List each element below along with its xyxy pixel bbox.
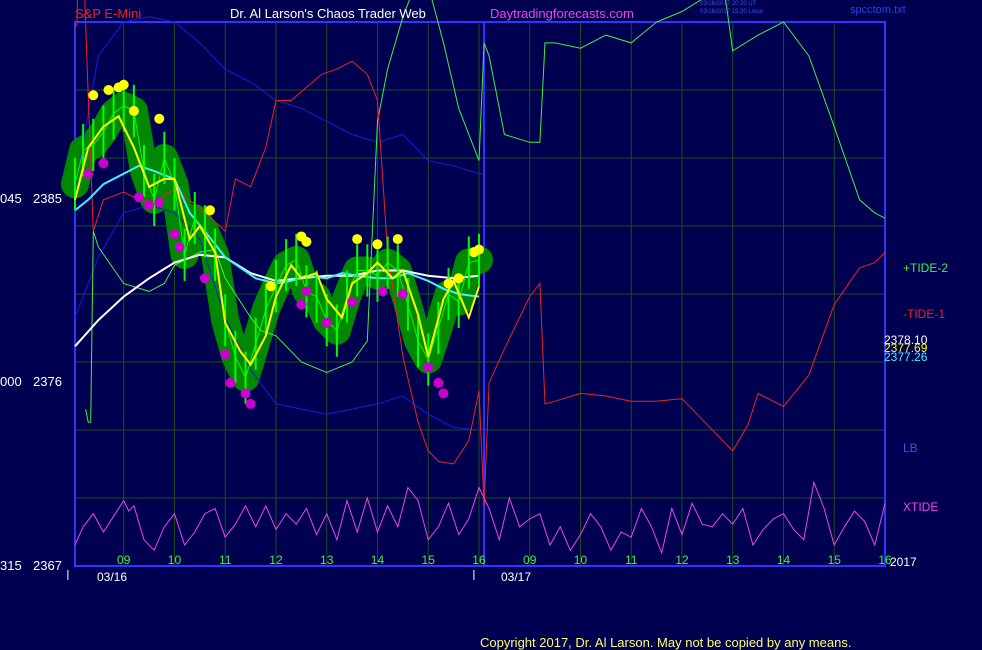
swing-low-dot: [220, 349, 231, 360]
swing-low-dot: [240, 388, 251, 399]
x-tick-label: 15: [828, 553, 842, 567]
swing-high-dot: [128, 105, 139, 116]
swing-low-dot: [169, 228, 180, 239]
series-xtide: [74, 480, 886, 555]
x-tick-label: 12: [269, 553, 283, 567]
swing-low-dot: [377, 286, 388, 297]
x-tick-label: 11: [219, 553, 232, 567]
swing-low-dot: [301, 286, 312, 297]
swing-low-dot: [225, 377, 236, 388]
swing-high-dot: [453, 273, 464, 284]
legend-tide-minus: -TIDE-1: [903, 307, 945, 321]
swing-low-dot: [154, 197, 165, 208]
swing-low-dot: [397, 289, 408, 299]
legend-lb: LB: [903, 441, 918, 455]
y-left-label-3: 315: [0, 558, 22, 573]
chart-plot: 09 10 11 12 13 14 15 16 09 10 11 12 13 14 15 16: [61, 0, 892, 580]
swing-high-dot: [118, 79, 129, 90]
site-url[interactable]: Daytradingforecasts.com: [490, 6, 634, 21]
swing-low-dot: [438, 388, 449, 399]
x-tick-label: 13: [726, 553, 740, 567]
x-tick-label: 09: [117, 553, 131, 567]
x-tick-label: 13: [320, 553, 334, 567]
swing-high-dot: [443, 278, 454, 289]
data-file-name: spcctom.txt: [850, 4, 906, 16]
x-tick-label: 14: [371, 553, 385, 567]
swing-high-dot: [372, 239, 383, 250]
swing-low-dot: [174, 241, 185, 252]
swing-high-dot: [154, 113, 165, 124]
swing-low-dot: [98, 158, 109, 169]
swing-low-dot: [347, 296, 358, 307]
swing-low-dot: [144, 200, 155, 211]
swing-high-dot: [301, 236, 312, 247]
copyright-notice: Copyright 2017, Dr. Al Larson. May not b…: [480, 635, 852, 650]
timestamp-ut: 03/16/2017 20:20 UT: [700, 1, 757, 7]
swing-low-dot: [199, 273, 210, 284]
swing-low-dot: [296, 299, 307, 310]
swing-low-dot: [245, 398, 256, 409]
swing-high-dot: [392, 234, 403, 245]
swing-high-dot: [103, 85, 114, 95]
legend-tide-plus: +TIDE-2: [903, 261, 949, 275]
date-label-2: 03/17: [501, 570, 532, 584]
swing-low-dot: [83, 168, 94, 179]
legend-xtide: XTIDE: [903, 500, 939, 514]
swing-low-dot: [433, 377, 444, 388]
timestamp-local: 03/16/2017 15:20 Local: [700, 9, 763, 15]
y-left-label-2: 000: [0, 374, 22, 389]
swing-low-dot: [321, 317, 332, 328]
y-tick-label-1: 2385: [33, 191, 62, 206]
y-left-label-1: 045: [0, 191, 22, 206]
x-tick-label: 10: [168, 553, 182, 567]
site-title: Dr. Al Larson's Chaos Trader Web: [230, 6, 426, 21]
chart-title: S&P E-Mini: [75, 6, 142, 21]
x-tick-label: 14: [777, 553, 791, 567]
swing-high-dot: [265, 281, 276, 292]
swing-low-dot: [133, 192, 144, 203]
x-tick-label: 12: [675, 553, 689, 567]
year-label: 2017: [890, 555, 917, 569]
x-tick-label: 10: [574, 553, 588, 567]
y-tick-label-3: 2367: [33, 558, 62, 573]
swing-high-dot: [88, 90, 99, 101]
x-tick-label: 11: [625, 553, 638, 567]
swing-high-dot: [473, 244, 484, 255]
x-tick-label: 09: [523, 553, 537, 567]
value-cyan: 2377.26: [884, 350, 928, 364]
x-tick-label: 15: [422, 553, 436, 567]
y-tick-label-2: 2376: [33, 374, 62, 389]
x-tick-label: 16: [472, 553, 486, 567]
swing-high-dot: [205, 205, 215, 216]
swing-low-dot: [423, 362, 434, 373]
swing-high-dot: [352, 234, 363, 245]
date-label-1: 03/16: [97, 570, 128, 584]
